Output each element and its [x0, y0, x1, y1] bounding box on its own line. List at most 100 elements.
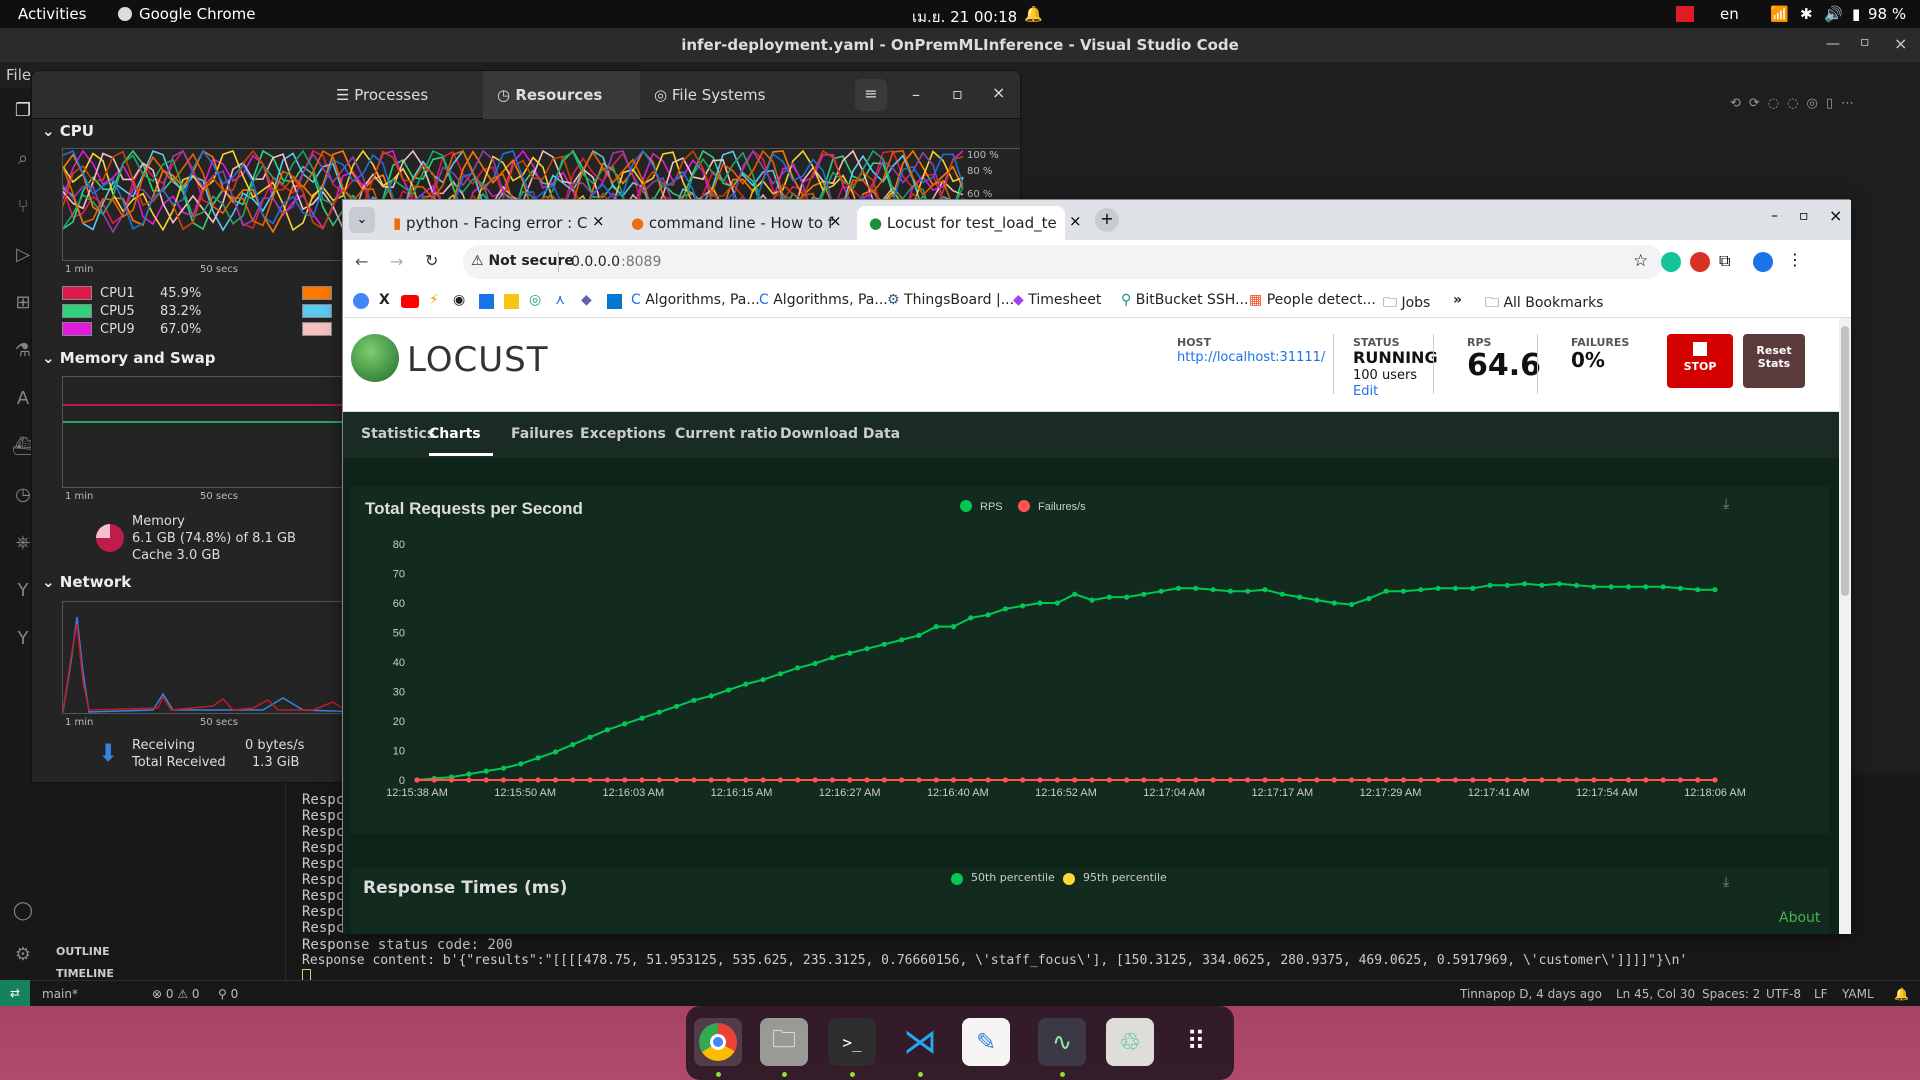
data-point[interactable]: [1504, 582, 1510, 588]
sysmon-minimize-button[interactable]: –: [912, 85, 920, 104]
data-point[interactable]: [1349, 601, 1355, 608]
reset-stats-button[interactable]: Reset Stats: [1743, 334, 1805, 388]
data-point[interactable]: [1418, 777, 1424, 783]
battery-icon[interactable]: ▮: [1852, 5, 1860, 23]
data-point[interactable]: [1400, 588, 1407, 594]
outline-section[interactable]: OUTLINE: [56, 945, 110, 958]
data-point[interactable]: [1020, 603, 1026, 609]
more-bookmarks-icon[interactable]: »: [1453, 292, 1462, 308]
cpu-swatch[interactable]: [302, 286, 332, 300]
scrollbar-thumb[interactable]: [1841, 326, 1849, 596]
bookmark-people-detect[interactable]: ▦ People detect...: [1249, 292, 1376, 308]
data-point[interactable]: [1245, 588, 1251, 594]
data-point[interactable]: [916, 777, 922, 783]
data-point[interactable]: [1487, 582, 1493, 588]
clock[interactable]: เม.ย. 21 00:18: [912, 5, 1017, 29]
data-point[interactable]: [1418, 587, 1424, 593]
data-point[interactable]: [1366, 596, 1372, 602]
data-point[interactable]: [1660, 584, 1666, 590]
data-point[interactable]: [1643, 584, 1649, 590]
cpu-swatch[interactable]: [302, 304, 332, 318]
data-point[interactable]: [1712, 587, 1718, 593]
tab-close-icon[interactable]: ×: [829, 212, 842, 230]
data-point[interactable]: [1591, 584, 1597, 590]
data-point[interactable]: [604, 727, 610, 733]
data-point[interactable]: [674, 777, 680, 783]
data-point[interactable]: [1487, 777, 1493, 783]
data-point[interactable]: [812, 777, 818, 783]
data-point[interactable]: [864, 777, 870, 783]
data-point[interactable]: [483, 777, 489, 783]
indentation[interactable]: Spaces: 2: [1702, 987, 1760, 1001]
data-point[interactable]: [777, 777, 783, 783]
data-point[interactable]: [725, 777, 732, 783]
data-point[interactable]: [552, 749, 559, 755]
data-point[interactable]: [899, 777, 905, 783]
indicator-icon[interactable]: [1676, 6, 1694, 22]
data-point[interactable]: [1504, 777, 1510, 783]
data-point[interactable]: [1193, 585, 1199, 591]
data-point[interactable]: [1349, 777, 1355, 783]
data-point[interactable]: [847, 777, 853, 783]
data-point[interactable]: [916, 632, 922, 638]
data-point[interactable]: [1106, 594, 1112, 600]
data-point[interactable]: [639, 777, 645, 783]
vscode-close-button[interactable]: ×: [1894, 34, 1907, 53]
cpu-swatch[interactable]: [302, 322, 332, 336]
data-point[interactable]: [743, 777, 749, 783]
data-point[interactable]: [1331, 600, 1337, 606]
data-point[interactable]: [1556, 777, 1562, 783]
tab-close-icon[interactable]: ×: [1069, 212, 1082, 230]
language-indicator[interactable]: en: [1720, 5, 1739, 23]
data-point[interactable]: [587, 734, 593, 740]
reload-icon[interactable]: ↻: [425, 251, 438, 270]
data-point[interactable]: [483, 768, 489, 774]
data-point[interactable]: [1591, 777, 1597, 783]
data-point[interactable]: [1539, 582, 1545, 588]
data-point[interactable]: [674, 703, 680, 709]
tab-statistics[interactable]: Statistics: [361, 426, 435, 442]
chart-download-icon[interactable]: ⤓: [1723, 874, 1729, 890]
data-point[interactable]: [1054, 600, 1060, 606]
tab-failures[interactable]: Failures: [511, 426, 574, 442]
files-dock-icon[interactable]: 🗀: [760, 1018, 808, 1066]
data-point[interactable]: [812, 660, 818, 667]
data-point[interactable]: [1158, 588, 1164, 594]
data-point[interactable]: [691, 697, 697, 703]
bluetooth-icon[interactable]: ✱: [1800, 5, 1813, 23]
problems-indicator[interactable]: ⊗ 0 ⚠ 0: [152, 987, 200, 1001]
data-point[interactable]: [1712, 777, 1718, 783]
data-point[interactable]: [760, 677, 766, 683]
app-menu[interactable]: Google Chrome: [139, 5, 256, 23]
data-point[interactable]: [1383, 777, 1389, 783]
data-point[interactable]: [708, 777, 714, 783]
data-point[interactable]: [1331, 777, 1337, 783]
data-point[interactable]: [1124, 594, 1130, 600]
data-point[interactable]: [1279, 777, 1285, 783]
chrome-menu-icon[interactable]: ⋮: [1787, 250, 1803, 269]
data-point[interactable]: [535, 755, 541, 761]
data-point[interactable]: [656, 777, 662, 783]
data-point[interactable]: [656, 709, 662, 715]
extension-icon[interactable]: [1690, 252, 1710, 272]
vscode-minimize-button[interactable]: —: [1826, 36, 1840, 52]
data-point[interactable]: [535, 777, 541, 783]
data-point[interactable]: [1435, 585, 1441, 591]
data-point[interactable]: [1072, 591, 1078, 597]
branch-indicator[interactable]: main*: [42, 987, 78, 1001]
data-point[interactable]: [1556, 581, 1562, 587]
tab-charts[interactable]: Charts: [429, 426, 493, 456]
data-point[interactable]: [725, 687, 732, 693]
about-link[interactable]: About: [1779, 910, 1820, 926]
vscode-dock-icon[interactable]: ⋊: [896, 1018, 944, 1066]
data-point[interactable]: [1314, 777, 1320, 783]
legend-p95-marker[interactable]: [1063, 873, 1075, 885]
editor-actions[interactable]: ⟲⟳◌◌◎▯⋯: [1730, 96, 1910, 116]
vscode-maximize-button[interactable]: ▫: [1860, 34, 1870, 50]
data-point[interactable]: [1297, 777, 1303, 783]
tab-locust[interactable]: ● Locust for test_load_te: [857, 206, 1065, 240]
data-point[interactable]: [1573, 777, 1580, 783]
data-point[interactable]: [1608, 584, 1614, 590]
data-point[interactable]: [1625, 584, 1632, 590]
data-point[interactable]: [1470, 585, 1476, 591]
